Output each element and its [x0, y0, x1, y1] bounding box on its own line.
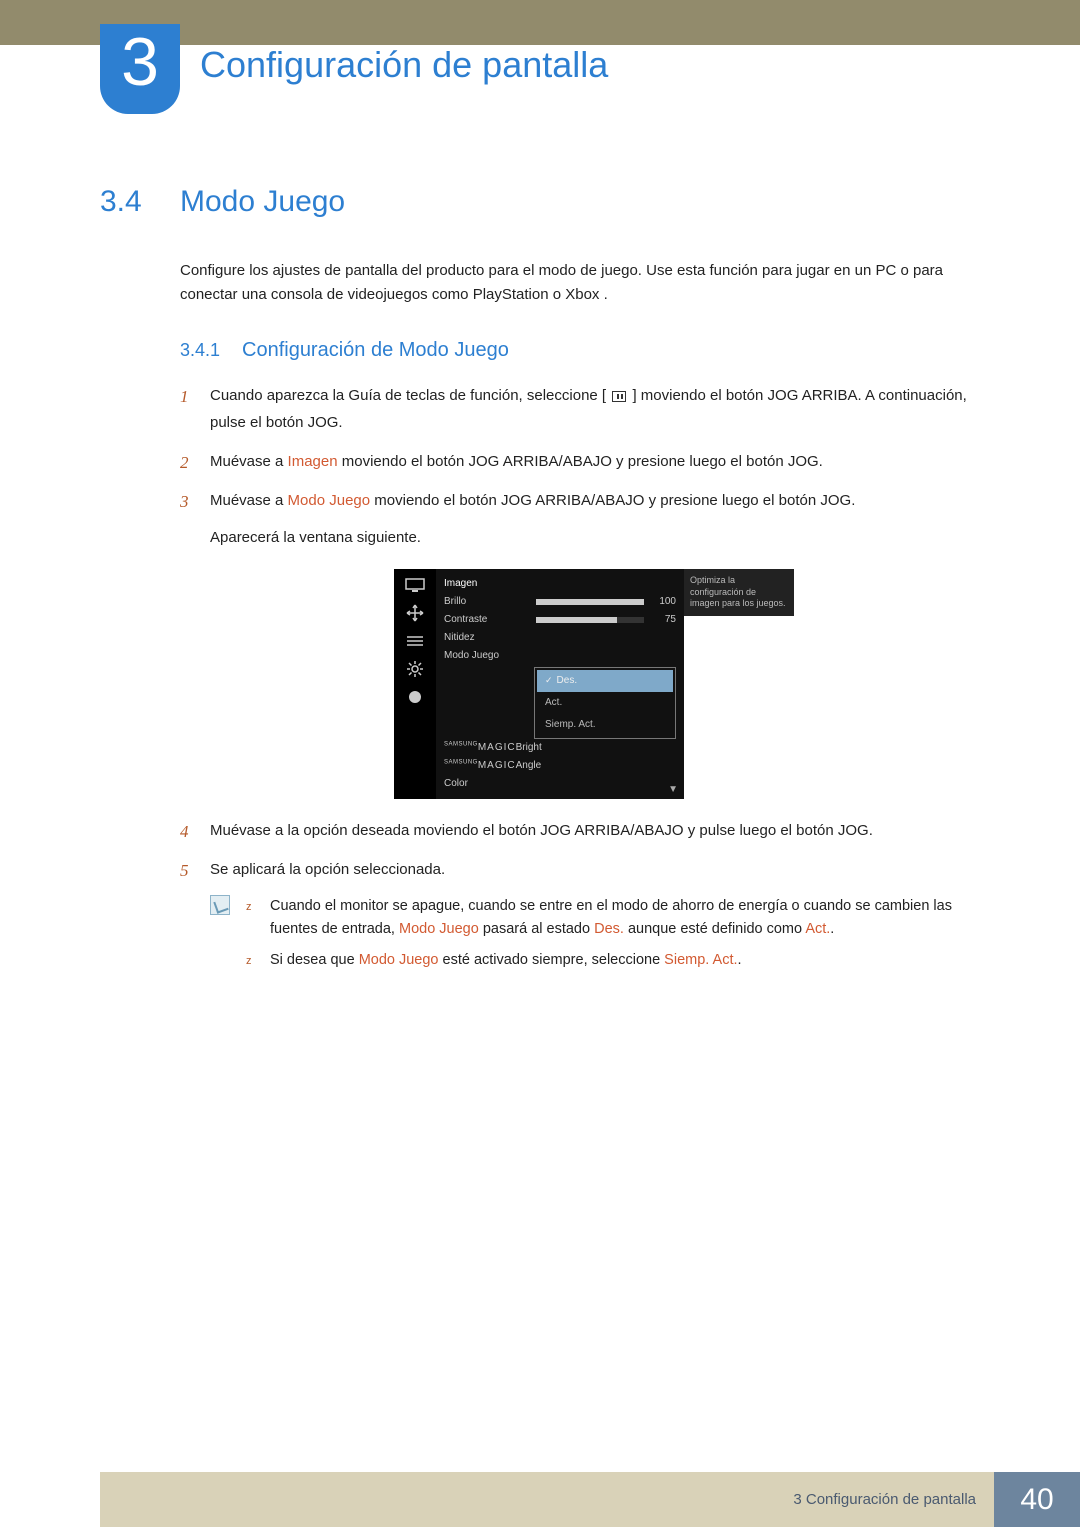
osd-option-des: Des.	[537, 670, 673, 692]
step-4: 4 Muévase a la opción deseada moviendo e…	[180, 817, 978, 844]
footer: 3 Configuración de pantalla 40	[0, 1472, 1080, 1527]
gear-icon	[404, 661, 426, 677]
osd-row-brillo: Brillo 100	[444, 593, 676, 611]
bullet-icon: z	[246, 953, 252, 971]
circle-icon	[404, 689, 426, 705]
note-item: z Cuando el monitor se apague, cuando se…	[242, 895, 978, 941]
subsection-title: Configuración de Modo Juego	[242, 339, 509, 361]
highlight: Modo Juego	[288, 492, 371, 509]
note-icon	[210, 895, 230, 915]
chevron-down-icon: ▼	[668, 781, 678, 799]
osd-screenshot: Imagen Brillo 100 Contraste 75 Nitidez M…	[394, 569, 794, 799]
osd-row-modo-juego: Modo Juego	[444, 647, 676, 665]
content: 3.4Modo Juego Configure los ajustes de p…	[100, 185, 978, 981]
highlight: Imagen	[288, 453, 338, 470]
slider-bar	[536, 599, 644, 605]
osd-row-magic-angle: SAMSUNGMAGICAngle	[444, 757, 676, 775]
chapter-title: Configuración de pantalla	[200, 44, 608, 86]
step-number: 5	[180, 856, 189, 887]
step-number: 1	[180, 382, 189, 413]
note-list: z Cuando el monitor se apague, cuando se…	[242, 895, 978, 981]
osd-main: Imagen Brillo 100 Contraste 75 Nitidez M…	[436, 569, 684, 799]
footer-page-number: 40	[994, 1472, 1080, 1527]
step-5: 5 Se aplicará la opción seleccionada.	[180, 856, 978, 883]
osd-row-nitidez: Nitidez	[444, 629, 676, 647]
steps-list: 1 Cuando aparezca la Guía de teclas de f…	[180, 382, 978, 883]
osd-option-act: Act.	[537, 692, 673, 714]
footer-chapter-ref: 3 Configuración de pantalla	[100, 1472, 994, 1527]
step-number: 3	[180, 487, 189, 518]
section-lead: Configure los ajustes de pantalla del pr…	[180, 259, 978, 307]
step-number: 2	[180, 448, 189, 479]
step-2: 2 Muévase a Imagen moviendo el botón JOG…	[180, 448, 978, 475]
list-icon	[404, 633, 426, 649]
section-number: 3.4	[100, 185, 180, 219]
osd-header: Imagen	[444, 575, 676, 593]
move-icon	[404, 605, 426, 621]
section-heading: 3.4Modo Juego	[100, 185, 978, 219]
section-title: Modo Juego	[180, 185, 345, 218]
osd-row-contraste: Contraste 75	[444, 611, 676, 629]
note-item: z Si desea que Modo Juego esté activado …	[242, 949, 978, 972]
chapter-tab: 3	[100, 24, 180, 114]
monitor-icon	[404, 577, 426, 593]
subsection-number: 3.4.1	[180, 340, 242, 361]
osd-option-siemp: Siemp. Act.	[537, 714, 673, 736]
osd-options: Des. Act. Siemp. Act.	[534, 667, 676, 739]
note-block: z Cuando el monitor se apague, cuando se…	[210, 895, 978, 981]
bullet-icon: z	[246, 899, 252, 917]
subsection-heading: 3.4.1Configuración de Modo Juego	[180, 339, 978, 362]
slider-bar	[536, 617, 644, 623]
step-number: 4	[180, 817, 189, 848]
step-1: 1 Cuando aparezca la Guía de teclas de f…	[180, 382, 978, 436]
osd-row-color: Color	[444, 775, 676, 793]
menu-key-icon	[612, 391, 626, 402]
osd-row-magic-bright: SAMSUNGMAGICBright	[444, 739, 676, 757]
osd-side-icons	[394, 569, 436, 799]
step-3: 3 Muévase a Modo Juego moviendo el botón…	[180, 487, 978, 799]
osd-tooltip: Optimiza la configuración de imagen para…	[684, 569, 794, 616]
